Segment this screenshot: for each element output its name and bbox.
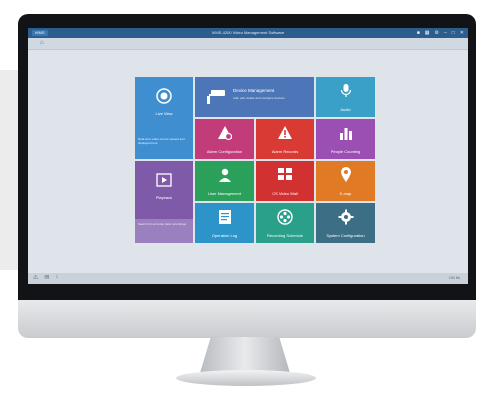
tile-e-map[interactable]: E-map xyxy=(316,161,375,201)
close-icon[interactable]: ✕ xyxy=(460,28,464,38)
download-icon[interactable]: ↓ xyxy=(55,274,58,281)
cctv-camera-icon xyxy=(205,87,227,110)
tile-label: Operation Log xyxy=(211,233,238,238)
microphone-icon xyxy=(316,83,375,102)
grid-icon[interactable]: ▦ xyxy=(425,28,430,38)
tile-label: Recording Schedule xyxy=(266,233,304,238)
app-title: iVMS-4200 Video Management Software xyxy=(211,30,285,35)
monitor-chin xyxy=(18,300,476,338)
window-controls: ■ ▦ ⚙ – □ ✕ xyxy=(417,28,464,38)
tile-alarm-configuration[interactable]: Alarm Configuration xyxy=(195,119,254,159)
status-text: 100 Kb xyxy=(448,276,460,280)
tile-playback[interactable]: Playback Search for and play back record… xyxy=(135,161,193,243)
tile-people-counting[interactable]: People Counting xyxy=(316,119,375,159)
tile-label: Alarm Records xyxy=(271,149,299,154)
maximize-icon[interactable]: □ xyxy=(452,28,455,38)
tile-label: Device Management xyxy=(233,88,275,93)
tile-label: User Management xyxy=(208,191,241,196)
tile-label: Audio xyxy=(340,107,351,112)
minimize-icon[interactable]: – xyxy=(444,28,447,38)
camera-icon xyxy=(135,88,193,107)
home-icon[interactable]: ⌂ xyxy=(40,40,44,46)
lock-icon[interactable]: ■ xyxy=(417,28,420,38)
tile-cs-video-wall[interactable]: CS Video Wall xyxy=(256,161,314,201)
status-bar: ⚠ ✉ ↓ 100 Kb xyxy=(28,273,468,284)
tile-system-configuration[interactable]: System Configuration xyxy=(316,203,375,243)
tile-live-view[interactable]: Live View Real-time video can be viewed … xyxy=(135,77,193,159)
tile-label: Live View xyxy=(155,111,173,116)
tile-label: People Counting xyxy=(330,149,361,154)
monitor-stand-neck xyxy=(200,337,290,373)
app-screen: iVMS iVMS-4200 Video Management Software… xyxy=(28,28,468,284)
tile-description: Add, edit, delete and configure devices xyxy=(233,96,285,100)
tile-description: Search for and play back recordings xyxy=(135,219,193,243)
film-reel-icon xyxy=(256,209,314,228)
tile-device-management[interactable]: Device Management Add, edit, delete and … xyxy=(195,77,314,117)
tab-bar: ⌂ xyxy=(28,38,468,50)
map-pin-icon xyxy=(316,167,375,186)
tile-audio[interactable]: Audio xyxy=(316,77,375,117)
tile-operation-log[interactable]: Operation Log xyxy=(195,203,254,243)
settings-gear-icon xyxy=(316,209,375,228)
tile-alarm-records[interactable]: Alarm Records xyxy=(256,119,314,159)
tile-recording-schedule[interactable]: Recording Schedule xyxy=(256,203,314,243)
status-icons: ⚠ ✉ ↓ xyxy=(33,274,58,281)
chat-icon[interactable]: ✉ xyxy=(44,274,49,281)
tile-label: Alarm Configuration xyxy=(206,149,243,154)
background-band xyxy=(0,70,18,270)
tile-label: Playback xyxy=(155,195,173,200)
monitor-stand-base xyxy=(176,370,316,386)
tile-label: System Configuration xyxy=(326,233,365,238)
tile-label: E-map xyxy=(339,191,352,196)
bar-chart-icon xyxy=(316,125,375,144)
video-wall-icon xyxy=(256,167,314,184)
document-icon xyxy=(195,209,254,228)
user-icon xyxy=(195,167,254,186)
warning-icon[interactable]: ⚠ xyxy=(33,274,38,281)
gear-icon[interactable]: ⚙ xyxy=(435,28,439,38)
alarm-config-icon xyxy=(195,125,254,144)
warning-triangle-icon xyxy=(256,125,314,144)
film-icon xyxy=(135,173,193,190)
tile-label: CS Video Wall xyxy=(272,191,298,196)
tile-description: Real-time video can be viewed and displa… xyxy=(138,137,185,145)
title-bar: iVMS iVMS-4200 Video Management Software… xyxy=(28,28,468,38)
tile-user-management[interactable]: User Management xyxy=(195,161,254,201)
